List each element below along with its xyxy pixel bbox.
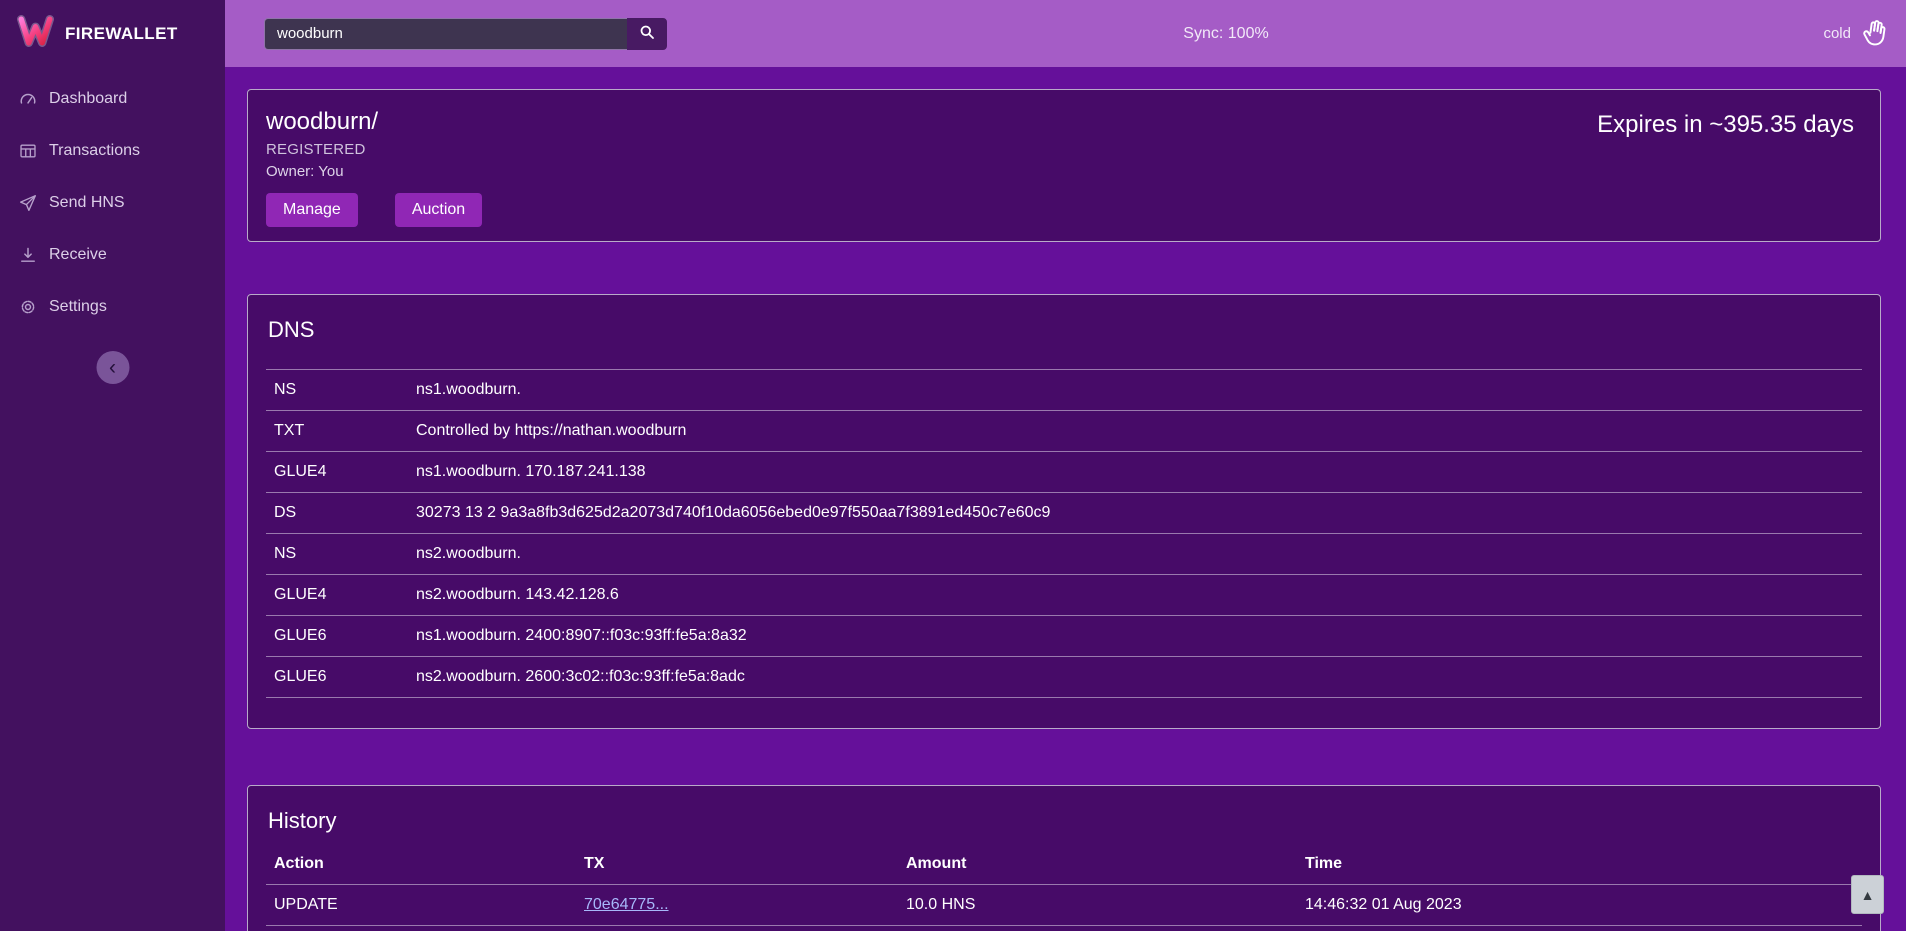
dns-record-row: TXT Controlled by https://nathan.woodbur… (266, 411, 1862, 452)
dns-record-row: GLUE4 ns1.woodburn. 170.187.241.138 (266, 452, 1862, 493)
dns-record-row: GLUE4 ns2.woodburn. 143.42.128.6 (266, 575, 1862, 616)
search-icon (639, 24, 655, 43)
dns-record-type: GLUE4 (266, 452, 408, 493)
firewallet-logo-icon (17, 15, 54, 52)
send-icon (19, 194, 37, 212)
history-amount: 10.0 HNS (898, 926, 1297, 931)
dns-record-value: Controlled by https://nathan.woodburn (408, 411, 1862, 452)
sidebar-item-label: Settings (49, 298, 107, 316)
wallet-status: cold (1823, 18, 1891, 49)
topbar: Sync: 100% cold (225, 0, 1906, 67)
search-input[interactable] (264, 18, 627, 50)
dns-record-value: ns1.woodburn. (408, 370, 1862, 411)
dns-record-value: ns2.woodburn. 143.42.128.6 (408, 575, 1862, 616)
dns-record-type: GLUE6 (266, 616, 408, 657)
sidebar-item-settings[interactable]: Settings (0, 281, 225, 333)
dns-record-row: DS 30273 13 2 9a3a8fb3d625d2a2073d740f10… (266, 493, 1862, 534)
history-row: UPDATE 70e64775... 10.0 HNS 14:46:32 01 … (266, 885, 1862, 926)
history-col-action: Action (266, 846, 576, 885)
history-time: 14:46:32 01 Aug 2023 (1297, 885, 1862, 926)
sidebar-item-label: Receive (49, 246, 107, 264)
sidebar-nav: Dashboard Transactions (0, 67, 225, 333)
history-action: RENEW (266, 926, 576, 931)
sidebar-item-label: Transactions (49, 142, 140, 160)
dns-record-value: ns1.woodburn. 170.187.241.138 (408, 452, 1862, 493)
manage-button[interactable]: Manage (266, 193, 358, 227)
sidebar-item-label: Send HNS (49, 194, 125, 212)
sync-status: Sync: 100% (1183, 25, 1268, 43)
scroll-to-top-button[interactable]: ▲ (1851, 875, 1884, 914)
expires-label: Expires in ~395.35 days (1597, 111, 1854, 139)
dns-record-row: NS ns1.woodburn. (266, 370, 1862, 411)
wallet-mode-label: cold (1823, 25, 1851, 42)
dns-record-type: NS (266, 534, 408, 575)
domain-card: woodburn/ REGISTERED Owner: You Manage A… (247, 89, 1881, 242)
dns-record-type: TXT (266, 411, 408, 452)
auction-button[interactable]: Auction (395, 193, 482, 227)
history-col-amount: Amount (898, 846, 1297, 885)
dns-record-type: GLUE6 (266, 657, 408, 698)
sidebar-item-receive[interactable]: Receive (0, 229, 225, 281)
history-col-time: Time (1297, 846, 1862, 885)
history-card: History Action TX Amount Time UPDATE 70e… (247, 785, 1881, 931)
dns-card: DNS NS ns1.woodburn. TXT Controlled by h… (247, 294, 1881, 729)
history-table: Action TX Amount Time UPDATE 70e64775...… (266, 846, 1862, 931)
history-action: UPDATE (266, 885, 576, 926)
domain-actions: Manage Auction (266, 193, 1862, 227)
transactions-icon (19, 142, 37, 160)
sidebar-item-label: Dashboard (49, 90, 127, 108)
chevron-up-icon: ▲ (1861, 887, 1875, 903)
brand[interactable]: FIREWALLET (0, 0, 225, 67)
dns-record-value: ns1.woodburn. 2400:8907::f03c:93ff:fe5a:… (408, 616, 1862, 657)
dns-table: NS ns1.woodburn. TXT Controlled by https… (266, 369, 1862, 698)
sidebar-collapse-button[interactable]: ‹ (96, 351, 129, 384)
dns-record-type: GLUE4 (266, 575, 408, 616)
receive-icon (19, 246, 37, 264)
domain-status: REGISTERED (266, 141, 1862, 158)
app-title: FIREWALLET (65, 24, 178, 44)
search-button[interactable] (627, 18, 667, 50)
dns-record-value: 30273 13 2 9a3a8fb3d625d2a2073d740f10da6… (408, 493, 1862, 534)
dns-title: DNS (268, 317, 1862, 343)
settings-gear-icon (19, 298, 37, 316)
domain-owner: Owner: You (266, 163, 1862, 180)
sidebar-item-transactions[interactable]: Transactions (0, 125, 225, 177)
main-content: woodburn/ REGISTERED Owner: You Manage A… (225, 67, 1906, 931)
dashboard-icon (19, 90, 37, 108)
history-title: History (268, 808, 1862, 834)
dns-record-value: ns2.woodburn. (408, 534, 1862, 575)
history-time: 15:45:06 07 Feb 2023 (1297, 926, 1862, 931)
dns-record-type: NS (266, 370, 408, 411)
history-col-tx: TX (576, 846, 898, 885)
dns-record-row: NS ns2.woodburn. (266, 534, 1862, 575)
hand-icon[interactable] (1860, 18, 1891, 49)
dns-record-type: DS (266, 493, 408, 534)
history-header-row: Action TX Amount Time (266, 846, 1862, 885)
history-row: RENEW d7c05f18... 10.0 HNS 15:45:06 07 F… (266, 926, 1862, 931)
search-group (264, 18, 667, 50)
sidebar-item-dashboard[interactable]: Dashboard (0, 73, 225, 125)
tx-link[interactable]: 70e64775... (584, 896, 669, 913)
history-amount: 10.0 HNS (898, 885, 1297, 926)
dns-record-row: GLUE6 ns1.woodburn. 2400:8907::f03c:93ff… (266, 616, 1862, 657)
sidebar-item-send-hns[interactable]: Send HNS (0, 177, 225, 229)
chevron-left-icon: ‹ (109, 357, 116, 378)
sidebar: FIREWALLET Dashboard (0, 0, 225, 931)
dns-record-row: GLUE6 ns2.woodburn. 2600:3c02::f03c:93ff… (266, 657, 1862, 698)
dns-record-value: ns2.woodburn. 2600:3c02::f03c:93ff:fe5a:… (408, 657, 1862, 698)
